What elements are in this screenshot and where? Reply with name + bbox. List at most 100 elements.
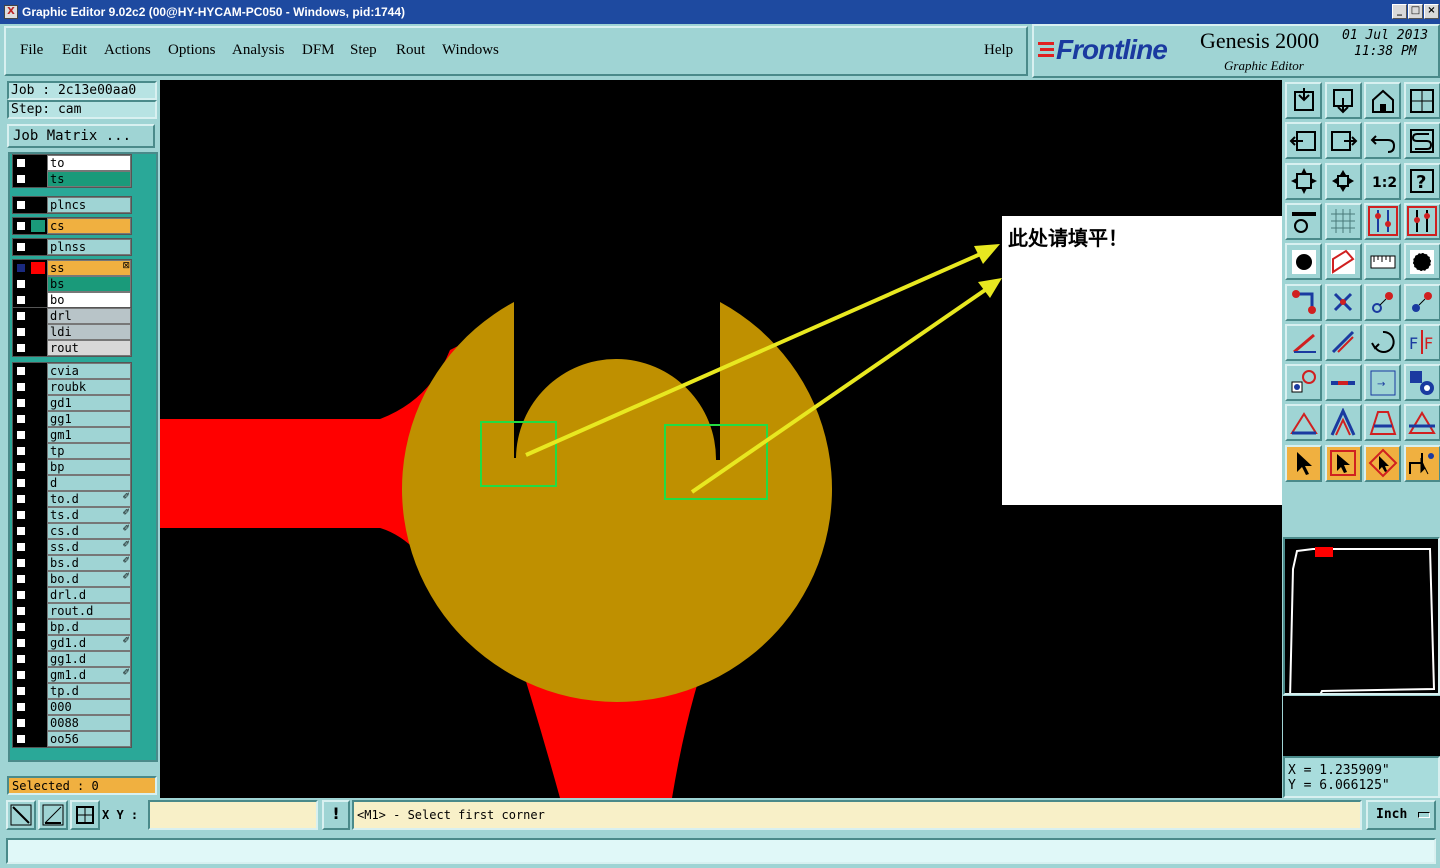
layer-row-tp[interactable]: tp bbox=[13, 443, 133, 459]
layer-row-roubk[interactable]: roubk bbox=[13, 379, 133, 395]
layer-row-to-d[interactable]: to.d ✐ bbox=[13, 491, 133, 507]
overview-map[interactable]: × bbox=[1283, 537, 1440, 702]
layer-checkbox[interactable] bbox=[16, 670, 26, 680]
layer-name[interactable]: roubk bbox=[47, 379, 131, 395]
layer-color-swatch[interactable] bbox=[31, 557, 45, 569]
layer-name[interactable]: drl.d bbox=[47, 587, 131, 603]
tool-button-pointer-circle[interactable] bbox=[1364, 444, 1401, 482]
layer-checkbox[interactable] bbox=[16, 718, 26, 728]
zoom-fit-button[interactable] bbox=[6, 800, 36, 830]
layer-color-swatch[interactable] bbox=[31, 429, 45, 441]
tool-button-triangle[interactable] bbox=[1285, 404, 1322, 442]
graphic-canvas[interactable]: 此处请填平！ bbox=[160, 80, 1282, 798]
layer-checkbox[interactable] bbox=[16, 542, 26, 552]
layer-color-swatch[interactable] bbox=[31, 717, 45, 729]
layer-checkbox[interactable] bbox=[16, 510, 26, 520]
layer-checkbox[interactable] bbox=[16, 462, 26, 472]
layer-color-swatch[interactable] bbox=[31, 262, 45, 274]
layer-checkbox[interactable] bbox=[16, 295, 26, 305]
tool-button-help[interactable]: ? bbox=[1403, 162, 1440, 200]
tool-button-snap-toggle[interactable] bbox=[1364, 202, 1401, 240]
layer-color-swatch[interactable] bbox=[31, 413, 45, 425]
tool-button-undo[interactable] bbox=[1364, 122, 1401, 160]
layer-row-000[interactable]: 000 bbox=[13, 699, 133, 715]
layer-color-swatch[interactable] bbox=[31, 173, 45, 185]
layer-name[interactable]: gm1.d bbox=[47, 667, 131, 683]
layer-name[interactable]: rout bbox=[47, 340, 131, 356]
layer-name[interactable]: oo56 bbox=[47, 731, 131, 747]
tool-button-move-arc[interactable] bbox=[1403, 283, 1440, 321]
layer-checkbox[interactable] bbox=[16, 200, 26, 210]
layer-checkbox[interactable] bbox=[16, 590, 26, 600]
tool-button-measure[interactable]: → bbox=[1364, 364, 1401, 402]
layer-name[interactable]: bp.d bbox=[47, 619, 131, 635]
tool-button-scale[interactable]: 1:2 bbox=[1364, 162, 1401, 200]
tool-button-tool-settings[interactable] bbox=[1285, 202, 1322, 240]
layer-color-swatch[interactable] bbox=[31, 199, 45, 211]
tool-button-export[interactable] bbox=[1324, 82, 1362, 119]
layer-row-cs[interactable]: cs bbox=[13, 218, 133, 234]
layer-row-gm1[interactable]: gm1 bbox=[13, 427, 133, 443]
layer-checkbox[interactable] bbox=[16, 494, 26, 504]
layer-color-swatch[interactable] bbox=[31, 669, 45, 681]
menu-file[interactable]: File bbox=[20, 42, 43, 59]
tool-button-connect[interactable] bbox=[1285, 283, 1322, 321]
tool-button-home[interactable] bbox=[1364, 82, 1401, 119]
layer-row-tp-d[interactable]: tp.d bbox=[13, 683, 133, 699]
layer-checkbox[interactable] bbox=[16, 606, 26, 616]
tool-button-arrow-up[interactable] bbox=[1324, 404, 1362, 442]
layer-name[interactable]: ts bbox=[47, 171, 131, 187]
menu-analysis[interactable]: Analysis bbox=[232, 42, 285, 59]
layer-row-ss-d[interactable]: ss.d ✐ bbox=[13, 539, 133, 555]
layer-checkbox[interactable] bbox=[16, 734, 26, 744]
menu-step[interactable]: Step bbox=[350, 42, 377, 59]
layer-name[interactable]: bp bbox=[47, 459, 131, 475]
menu-windows[interactable]: Windows bbox=[442, 42, 499, 59]
layer-color-swatch[interactable] bbox=[31, 241, 45, 253]
layer-color-swatch[interactable] bbox=[31, 220, 45, 232]
layer-checkbox[interactable] bbox=[16, 574, 26, 584]
layer-color-swatch[interactable] bbox=[31, 493, 45, 505]
layer-color-swatch[interactable] bbox=[31, 326, 45, 338]
layer-checkbox[interactable] bbox=[16, 686, 26, 696]
layer-checkbox[interactable] bbox=[16, 327, 26, 337]
menu-actions[interactable]: Actions bbox=[104, 42, 151, 59]
layer-name[interactable]: ss.d bbox=[47, 539, 131, 555]
layer-color-swatch[interactable] bbox=[31, 589, 45, 601]
layer-color-swatch[interactable] bbox=[31, 685, 45, 697]
layer-name[interactable]: 0088 bbox=[47, 715, 131, 731]
layer-name[interactable]: ss bbox=[47, 260, 131, 276]
layer-checkbox[interactable] bbox=[16, 414, 26, 424]
layer-row-cvia[interactable]: cvia bbox=[13, 363, 133, 379]
units-selector[interactable]: Inch bbox=[1366, 800, 1436, 830]
tool-button-offset[interactable] bbox=[1403, 404, 1440, 442]
layer-name[interactable]: rout.d bbox=[47, 603, 131, 619]
layer-checkbox[interactable] bbox=[16, 446, 26, 456]
job-matrix-button[interactable]: Job Matrix ... bbox=[7, 124, 155, 148]
tool-button-grid[interactable] bbox=[1324, 202, 1362, 240]
layer-name[interactable]: gd1 bbox=[47, 395, 131, 411]
measure-button[interactable] bbox=[38, 800, 68, 830]
tool-button-bar[interactable] bbox=[1324, 364, 1362, 402]
layer-color-swatch[interactable] bbox=[31, 573, 45, 585]
layer-color-swatch[interactable] bbox=[31, 477, 45, 489]
layer-name[interactable]: plnss bbox=[47, 239, 131, 255]
layer-checkbox[interactable] bbox=[16, 638, 26, 648]
layer-checkbox[interactable] bbox=[16, 702, 26, 712]
menu-edit[interactable]: Edit bbox=[62, 42, 87, 59]
layer-color-swatch[interactable] bbox=[31, 365, 45, 377]
layer-color-swatch[interactable] bbox=[31, 397, 45, 409]
layer-name[interactable]: bs bbox=[47, 276, 131, 292]
layer-name[interactable]: ldi bbox=[47, 324, 131, 340]
grid-snap-button[interactable] bbox=[70, 800, 100, 830]
layer-name[interactable]: d bbox=[47, 475, 131, 491]
tool-button-circle[interactable] bbox=[1403, 243, 1440, 281]
tool-button-pan-right[interactable] bbox=[1324, 122, 1362, 160]
tool-button-import[interactable] bbox=[1285, 82, 1322, 119]
tool-button-zoom-fit[interactable] bbox=[1285, 162, 1322, 200]
layer-row-rout[interactable]: rout bbox=[13, 340, 133, 356]
layer-name[interactable]: ts.d bbox=[47, 507, 131, 523]
layer-name[interactable]: drl bbox=[47, 308, 131, 324]
layer-row-to[interactable]: to bbox=[13, 155, 133, 171]
layer-name[interactable]: tp bbox=[47, 443, 131, 459]
